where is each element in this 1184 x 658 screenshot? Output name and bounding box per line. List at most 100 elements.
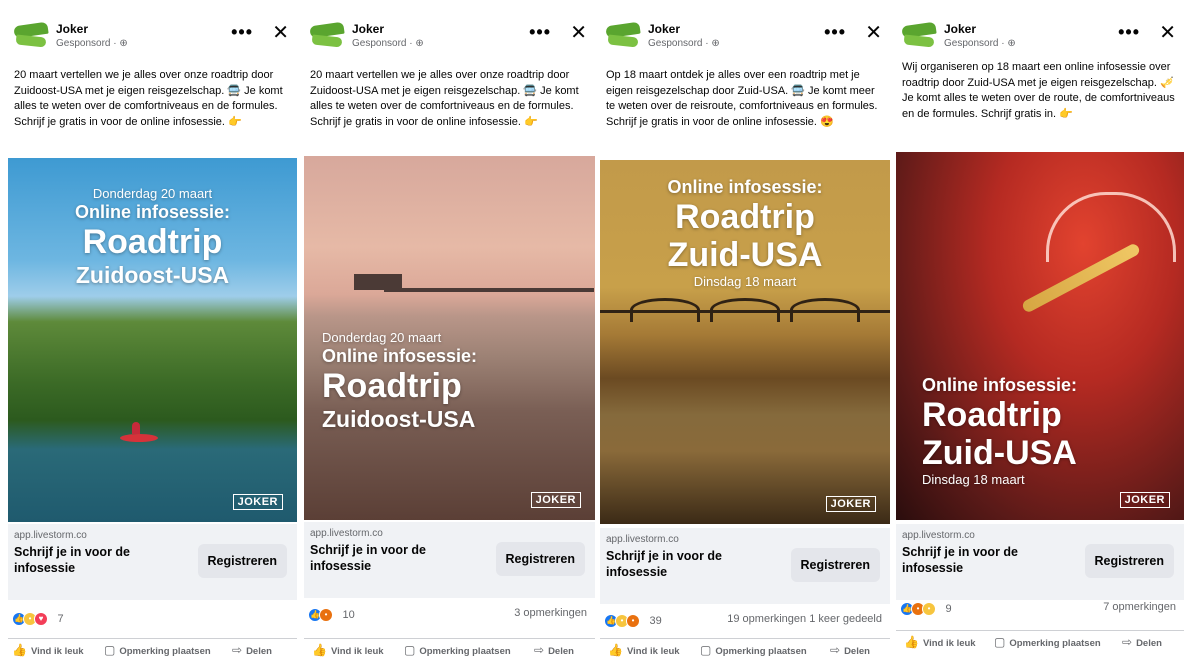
link-preview[interactable]: app.livestorm.co Schrijf je in voor de i… — [8, 524, 297, 600]
share-label: Delen — [1136, 638, 1162, 649]
overlay-destination: Zuidoost-USA — [75, 262, 230, 288]
bridge-arch-shape — [790, 298, 860, 322]
reaction-count: 10 — [342, 608, 355, 621]
overlay-date: Dinsdag 18 maart — [693, 274, 797, 289]
share-button[interactable]: ⇨ Delen — [534, 643, 574, 657]
share-label: Delen — [844, 646, 870, 657]
image-overlay-text: Donderdag 20 maart Online infosessie: Ro… — [8, 186, 297, 289]
overlay-title: Roadtrip — [322, 367, 462, 405]
more-options-icon[interactable]: ••• — [1118, 22, 1140, 43]
comment-bubble-icon: ▢ — [404, 643, 416, 657]
reactions-bar[interactable]: 👍 • ♥ 7 — [12, 610, 289, 628]
more-options-icon[interactable]: ••• — [231, 22, 253, 43]
like-button[interactable]: 👍 Vind ik leuk — [312, 643, 384, 657]
like-button[interactable]: 👍 Vind ik leuk — [608, 643, 680, 657]
overlay-date: Donderdag 20 maart — [322, 330, 442, 345]
comment-button[interactable]: ▢ Opmerking plaatsen — [104, 643, 211, 657]
ad-card-3: Joker Gesponsord · ⊕ ••• ✕ Op 18 maart o… — [600, 0, 890, 658]
overlay-subtitle: Online infosessie: — [667, 177, 823, 197]
overlay-destination: Zuid-USA — [922, 434, 1077, 472]
link-headline: Schrijf je in voor de infosessie — [902, 545, 1018, 575]
close-icon[interactable]: ✕ — [865, 20, 882, 45]
overlay-subtitle: Online infosessie: — [922, 375, 1078, 395]
comment-bubble-icon: ▢ — [994, 635, 1006, 649]
joker-watermark: JOKER — [530, 492, 581, 508]
angry-reaction-icon: • — [319, 607, 333, 622]
page-name[interactable]: Joker — [944, 22, 976, 36]
bridge-arch-shape — [710, 298, 780, 322]
comment-bubble-icon: ▢ — [104, 643, 116, 657]
share-arrow-icon: ⇨ — [1122, 635, 1133, 649]
link-preview[interactable]: app.livestorm.co Schrijf je in voor de i… — [600, 528, 890, 604]
share-button[interactable]: ⇨ Delen — [830, 643, 870, 657]
share-button[interactable]: ⇨ Delen — [232, 643, 272, 657]
post-header: Joker Gesponsord · ⊕ ••• ✕ — [600, 16, 890, 56]
joker-watermark: JOKER — [825, 496, 876, 512]
ad-card-1: Joker Gesponsord · ⊕ ••• ✕ 20 maart vert… — [8, 0, 297, 658]
share-arrow-icon: ⇨ — [534, 643, 545, 657]
close-icon[interactable]: ✕ — [1159, 20, 1176, 45]
like-button[interactable]: 👍 Vind ik leuk — [12, 643, 84, 657]
link-domain: app.livestorm.co — [606, 534, 679, 545]
more-options-icon[interactable]: ••• — [824, 22, 846, 43]
comment-button[interactable]: ▢ Opmerking plaatsen — [994, 635, 1101, 649]
comments-count[interactable]: 19 opmerkingen 1 keer gedeeld — [727, 613, 882, 625]
link-domain: app.livestorm.co — [310, 528, 383, 539]
more-options-icon[interactable]: ••• — [529, 22, 551, 43]
overlay-subtitle: Online infosessie: — [322, 346, 478, 366]
sponsored-label: Gesponsord · ⊕ — [56, 38, 128, 49]
link-preview[interactable]: app.livestorm.co Schrijf je in voor de i… — [896, 524, 1184, 600]
ad-image[interactable]: Online infosessie: Roadtrip Zuid-USA Din… — [600, 160, 890, 524]
register-button[interactable]: Registreren — [495, 542, 585, 576]
link-headline: Schrijf je in voor de infosessie — [310, 543, 426, 573]
register-button[interactable]: Registreren — [790, 548, 880, 582]
reactions-bar[interactable]: 👍 • 10 3 opmerkingen — [308, 606, 587, 624]
image-overlay-text: Donderdag 20 maart Online infosessie: Ro… — [322, 330, 595, 433]
action-bar: 👍 Vind ik leuk ▢ Opmerking plaatsen ⇨ Delen — [8, 638, 297, 658]
thumbs-up-icon: 👍 — [312, 643, 327, 657]
overlay-title: Roadtrip — [675, 198, 815, 236]
close-icon[interactable]: ✕ — [272, 20, 289, 45]
joker-watermark: JOKER — [1119, 492, 1170, 508]
ad-card-4: Joker Gesponsord · ⊕ ••• ✕ Wij organiser… — [896, 0, 1184, 658]
image-overlay-text: Online infosessie: Roadtrip Zuid-USA Din… — [922, 374, 1184, 487]
comment-label: Opmerking plaatsen — [715, 646, 807, 657]
share-button[interactable]: ⇨ Delen — [1122, 635, 1162, 649]
comments-count[interactable]: 7 opmerkingen — [1103, 601, 1176, 613]
ad-image[interactable]: Online infosessie: Roadtrip Zuid-USA Din… — [896, 152, 1184, 520]
comment-button[interactable]: ▢ Opmerking plaatsen — [700, 643, 807, 657]
comments-count[interactable]: 3 opmerkingen — [514, 607, 587, 619]
page-name[interactable]: Joker — [56, 22, 88, 36]
page-name[interactable]: Joker — [352, 22, 384, 36]
joker-logo[interactable] — [12, 21, 50, 50]
sponsored-label: Gesponsord · ⊕ — [352, 38, 424, 49]
overlay-date: Dinsdag 18 maart — [922, 472, 1025, 487]
overlay-destination: Zuid-USA — [667, 236, 823, 274]
reaction-count: 39 — [649, 614, 662, 627]
like-label: Vind ik leuk — [626, 646, 680, 657]
close-icon[interactable]: ✕ — [570, 20, 587, 45]
ad-image[interactable]: Donderdag 20 maart Online infosessie: Ro… — [304, 156, 595, 520]
register-button[interactable]: Registreren — [1084, 544, 1174, 578]
joker-logo[interactable] — [604, 21, 642, 50]
post-text: Op 18 maart ontdek je alles over een roa… — [606, 69, 878, 128]
register-button[interactable]: Registreren — [197, 544, 287, 578]
reactions-bar[interactable]: 👍 • • 9 7 opmerkingen — [900, 600, 1176, 618]
thumbs-up-icon: 👍 — [608, 643, 623, 657]
joker-logo[interactable] — [900, 21, 938, 50]
page-name[interactable]: Joker — [648, 22, 680, 36]
link-headline: Schrijf je in voor de infosessie — [606, 549, 722, 579]
ad-image[interactable]: Donderdag 20 maart Online infosessie: Ro… — [8, 158, 297, 522]
joker-logo[interactable] — [308, 21, 346, 50]
reactions-bar[interactable]: 👍 • • 39 19 opmerkingen 1 keer gedeeld — [604, 612, 882, 630]
post-header: Joker Gesponsord · ⊕ ••• ✕ — [304, 16, 595, 56]
like-button[interactable]: 👍 Vind ik leuk — [904, 635, 976, 649]
like-label: Vind ik leuk — [30, 646, 84, 657]
joker-watermark: JOKER — [232, 494, 283, 510]
pier-shape — [384, 288, 594, 292]
overlay-title: Roadtrip — [922, 396, 1062, 434]
comment-button[interactable]: ▢ Opmerking plaatsen — [404, 643, 511, 657]
overlay-subtitle: Online infosessie: — [74, 202, 231, 222]
link-preview[interactable]: app.livestorm.co Schrijf je in voor de i… — [304, 522, 595, 598]
action-bar: 👍 Vind ik leuk ▢ Opmerking plaatsen ⇨ Delen — [304, 638, 595, 658]
